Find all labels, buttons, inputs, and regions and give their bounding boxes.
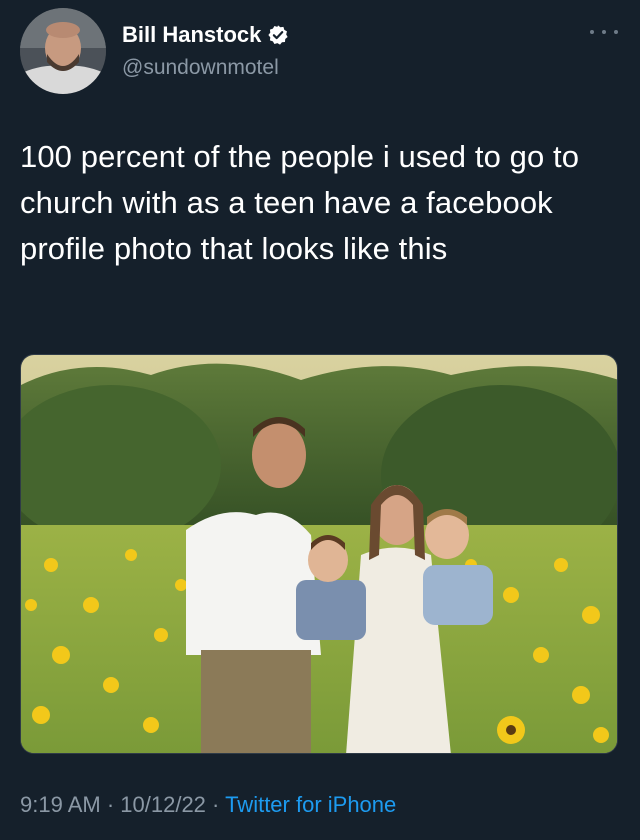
author-handle[interactable]: @sundownmotel [122, 56, 279, 80]
display-name[interactable]: Bill Hanstock [122, 22, 261, 48]
tweet-meta: 9:19 AM · 10/12/22 · Twitter for iPhone [20, 792, 396, 818]
tweet-date[interactable]: 10/12/22 [120, 792, 206, 817]
tweet-card: Bill Hanstock @sundownmotel 100 percent … [0, 0, 640, 840]
meta-separator: · [100, 792, 121, 817]
tweet-photo[interactable] [20, 354, 618, 754]
tweet-source-link[interactable]: Twitter for iPhone [225, 792, 396, 817]
verified-badge-icon [268, 25, 288, 45]
meta-separator: · [205, 792, 226, 817]
tweet-time[interactable]: 9:19 AM [20, 792, 101, 817]
more-options-icon[interactable] [590, 22, 618, 42]
avatar[interactable] [20, 8, 106, 94]
author-name-row[interactable]: Bill Hanstock [122, 22, 289, 48]
tweet-text: 100 percent of the people i used to go t… [20, 139, 580, 266]
